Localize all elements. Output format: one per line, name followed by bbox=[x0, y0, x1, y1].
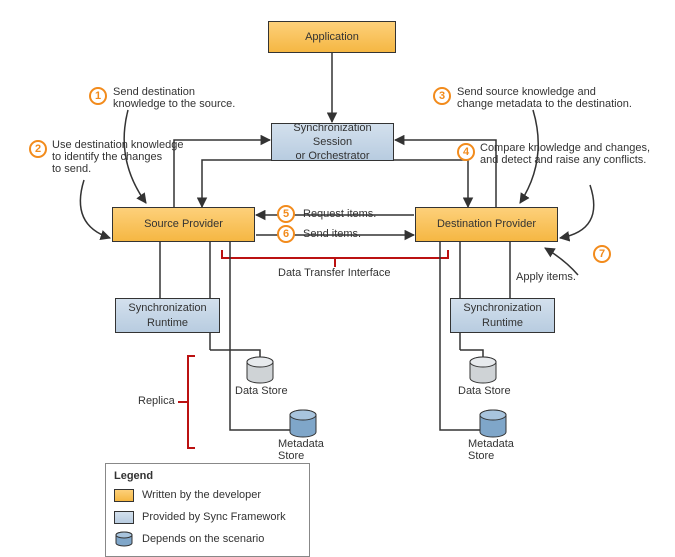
legend-swatch-blue bbox=[114, 511, 134, 524]
legend-row-depends: Depends on the scenario bbox=[114, 530, 301, 548]
legend-title: Legend bbox=[114, 470, 301, 482]
data-transfer-interface-label: Data Transfer Interface bbox=[278, 267, 391, 279]
application-box: Application bbox=[268, 21, 396, 53]
step4-label: Compare knowledge and changes, and detec… bbox=[480, 142, 650, 166]
replica-label: Replica bbox=[138, 395, 175, 407]
sync-runtime-left-box: Synchronization Runtime bbox=[115, 298, 220, 333]
database-icon bbox=[114, 531, 134, 547]
session-box: Synchronization Session or Orchestrator bbox=[271, 123, 394, 161]
destination-provider-box: Destination Provider bbox=[415, 207, 558, 242]
step-badge-7: 7 bbox=[593, 245, 611, 263]
legend-swatch-orange bbox=[114, 489, 134, 502]
step2-label: Use destination knowledge to identify th… bbox=[52, 139, 183, 175]
data-store-left-label: Data Store bbox=[235, 385, 288, 397]
step-badge-6: 6 bbox=[277, 225, 295, 243]
step-badge-3: 3 bbox=[433, 87, 451, 105]
step6-label: Send items. bbox=[303, 228, 361, 240]
step5-label: Request items. bbox=[303, 208, 376, 220]
legend-box: Legend Written by the developer Provided… bbox=[105, 463, 310, 557]
legend-text-developer: Written by the developer bbox=[142, 489, 261, 501]
legend-row-framework: Provided by Sync Framework bbox=[114, 508, 301, 526]
step1-label: Send destination knowledge to the source… bbox=[113, 86, 235, 110]
step-badge-1: 1 bbox=[89, 87, 107, 105]
legend-row-developer: Written by the developer bbox=[114, 486, 301, 504]
data-store-right-label: Data Store bbox=[458, 385, 511, 397]
metadata-store-right-label: Metadata Store bbox=[468, 438, 514, 462]
sync-runtime-right-box: Synchronization Runtime bbox=[450, 298, 555, 333]
step-badge-4: 4 bbox=[457, 143, 475, 161]
legend-text-framework: Provided by Sync Framework bbox=[142, 511, 286, 523]
step7-label: Apply items. bbox=[516, 271, 576, 283]
step-badge-2: 2 bbox=[29, 140, 47, 158]
metadata-store-left-label: Metadata Store bbox=[278, 438, 324, 462]
step3-label: Send source knowledge and change metadat… bbox=[457, 86, 632, 110]
source-provider-box: Source Provider bbox=[112, 207, 255, 242]
legend-text-depends: Depends on the scenario bbox=[142, 533, 264, 545]
step-badge-5: 5 bbox=[277, 205, 295, 223]
